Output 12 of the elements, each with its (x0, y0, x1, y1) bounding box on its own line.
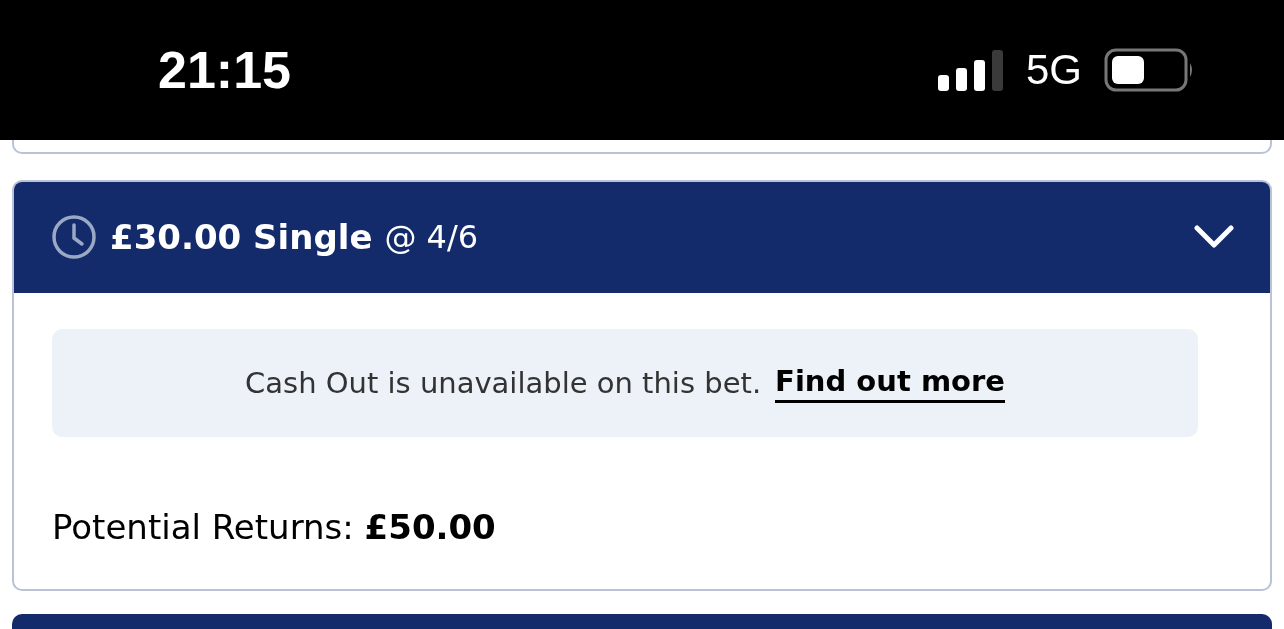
chevron-icon[interactable] (1194, 224, 1234, 249)
bet-odds: @ 4/6 (384, 217, 480, 256)
bet-header[interactable]: £30.00 Single @ 4/6 (14, 182, 1270, 293)
potential-returns: Potential Returns: £50.00 (52, 507, 497, 547)
clock-icon (50, 212, 98, 261)
battery-icon (1104, 48, 1194, 92)
bet-title: £30.00 Single (110, 216, 373, 257)
network-label: 5G (1025, 46, 1082, 94)
clock-time: 21:15 (158, 40, 291, 100)
find-out-more-link[interactable]: Find out more (775, 363, 1005, 403)
signal-icon (937, 49, 1004, 91)
notice-text: Cash Out is unavailable on this bet. (245, 366, 762, 400)
